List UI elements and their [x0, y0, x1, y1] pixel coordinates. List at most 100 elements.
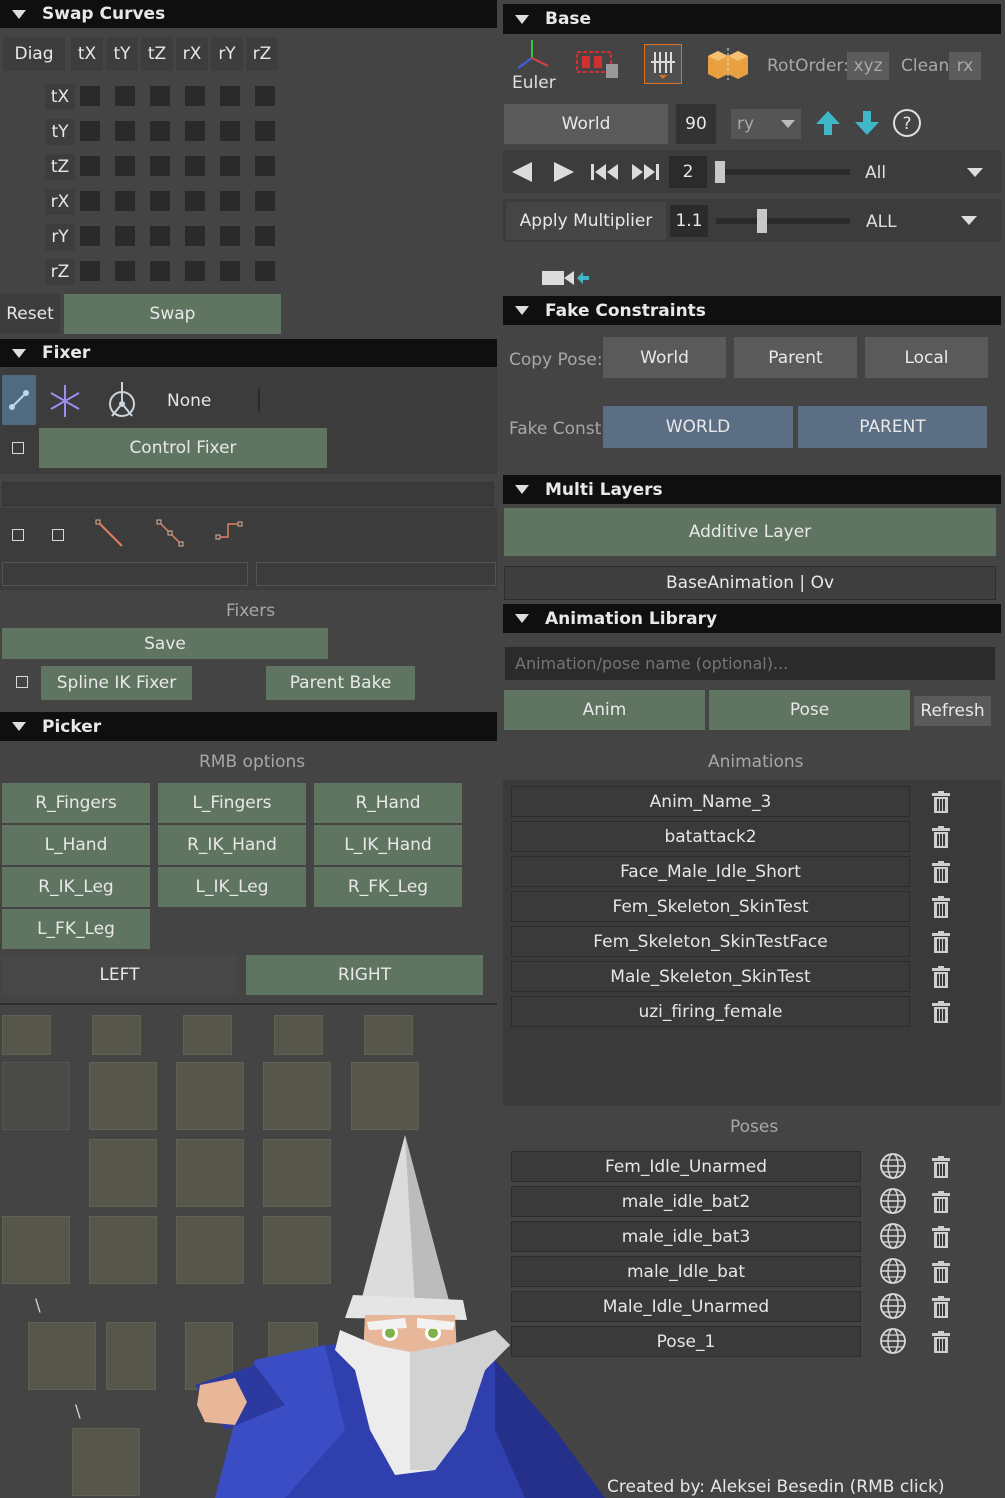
trash-icon[interactable] [932, 1296, 950, 1318]
copy-pose-parent-button[interactable]: Parent [734, 337, 857, 378]
animation-library-header[interactable]: Animation Library [503, 604, 1001, 633]
frame-step-input[interactable]: 2 [669, 156, 707, 188]
swap-button[interactable]: Swap [64, 294, 281, 334]
additive-layer-button[interactable]: Additive Layer [504, 508, 996, 556]
row-tz-button[interactable]: tZ [45, 154, 75, 180]
picker-slot[interactable] [89, 1139, 157, 1207]
swap-cell[interactable] [150, 191, 170, 211]
chevron-down-icon[interactable] [961, 216, 977, 225]
picker-slot[interactable] [92, 1015, 141, 1055]
swap-cell[interactable] [185, 156, 205, 176]
pose-item[interactable]: male_idle_bat3 [511, 1221, 861, 1252]
parent-bake-button[interactable]: Parent Bake [266, 666, 415, 700]
col-ry-button[interactable]: rY [211, 37, 243, 71]
globe-icon[interactable] [879, 1222, 907, 1250]
fixer-tool-icon[interactable] [2, 375, 36, 425]
picker-slot[interactable] [2, 1015, 51, 1055]
multiplier-input[interactable]: 1.1 [670, 205, 708, 237]
row-ty-button[interactable]: tY [45, 119, 75, 145]
help-icon[interactable]: ? [892, 108, 922, 138]
globe-icon[interactable] [879, 1152, 907, 1180]
col-rx-button[interactable]: rX [176, 37, 208, 71]
arrow-down-icon[interactable] [854, 110, 880, 136]
frame-step-slider-track[interactable] [716, 169, 850, 175]
control-fixer-checkbox[interactable] [12, 442, 24, 454]
picker-slot[interactable] [72, 1428, 140, 1496]
trash-icon[interactable] [932, 966, 950, 988]
skip-forward-icon[interactable] [630, 162, 660, 182]
chevron-down-icon[interactable] [967, 168, 983, 177]
swap-cell[interactable] [255, 226, 275, 246]
multiplier-slider-handle[interactable] [757, 209, 767, 233]
swap-cell[interactable] [80, 226, 100, 246]
step-line-tool-icon[interactable] [214, 518, 244, 548]
cubes-icon[interactable] [706, 46, 750, 80]
animation-item[interactable]: Face_Male_Idle_Short [511, 856, 910, 887]
base-header[interactable]: Base [503, 4, 1001, 34]
animation-item[interactable]: Fem_Skeleton_SkinTestFace [511, 926, 910, 957]
trash-icon[interactable] [932, 826, 950, 848]
swap-cell[interactable] [220, 261, 240, 281]
swap-cell[interactable] [185, 261, 205, 281]
picker-slot[interactable] [351, 1062, 419, 1130]
col-tz-button[interactable]: tZ [141, 37, 173, 71]
refresh-button[interactable]: Refresh [914, 696, 991, 726]
swap-cell[interactable] [255, 86, 275, 106]
swap-cell[interactable] [115, 121, 135, 141]
pose-item[interactable]: male_Idle_bat [511, 1256, 861, 1287]
clean-input[interactable]: rx [949, 52, 981, 80]
picker-l-hand[interactable]: L_Hand [2, 825, 150, 865]
animation-item[interactable]: Anim_Name_3 [511, 786, 910, 817]
picker-slot[interactable] [176, 1062, 244, 1130]
picker-l-fk-leg[interactable]: L_FK_Leg [2, 909, 150, 949]
picker-l-fingers[interactable]: L_Fingers [158, 783, 306, 823]
picker-slot[interactable] [364, 1015, 413, 1055]
swap-cell[interactable] [220, 226, 240, 246]
trash-icon[interactable] [932, 1191, 950, 1213]
swap-cell[interactable] [220, 191, 240, 211]
camera-icon[interactable] [541, 266, 591, 290]
picker-slot[interactable] [2, 1216, 70, 1284]
filter-keys-icon[interactable] [576, 46, 622, 80]
swap-cell[interactable] [150, 156, 170, 176]
picker-right-button[interactable]: RIGHT [246, 955, 483, 995]
fixer-header[interactable]: Fixer [0, 339, 497, 367]
line-tool-icon[interactable] [94, 518, 124, 548]
swap-cell[interactable] [115, 156, 135, 176]
axis-dropdown[interactable]: ry [731, 109, 801, 139]
trash-icon[interactable] [932, 1001, 950, 1023]
multiplier-slider-track[interactable] [716, 218, 850, 224]
swap-cell[interactable] [185, 226, 205, 246]
fixer-checkbox-b[interactable] [52, 529, 64, 541]
trash-icon[interactable] [932, 861, 950, 883]
col-tx-button[interactable]: tX [71, 37, 103, 71]
fake-const-parent-button[interactable]: PARENT [798, 406, 987, 448]
col-rz-button[interactable]: rZ [246, 37, 278, 71]
picker-l-ik-hand[interactable]: L_IK_Hand [314, 825, 462, 865]
globe-icon[interactable] [879, 1327, 907, 1355]
save-button[interactable]: Save [2, 628, 328, 659]
multi-layers-header[interactable]: Multi Layers [503, 475, 1001, 504]
swap-cell[interactable] [80, 261, 100, 281]
picker-r-fingers[interactable]: R_Fingers [2, 783, 150, 823]
asterisk-icon[interactable] [46, 382, 84, 420]
row-ry-button[interactable]: rY [45, 224, 75, 250]
row-tx-button[interactable]: tX [45, 84, 75, 110]
swap-cell[interactable] [185, 191, 205, 211]
picker-slot[interactable] [89, 1216, 157, 1284]
skip-back-icon[interactable] [590, 162, 620, 182]
swap-cell[interactable] [220, 156, 240, 176]
euler-axes-icon[interactable] [514, 38, 550, 72]
copy-pose-world-button[interactable]: World [603, 337, 726, 378]
pose-item[interactable]: Fem_Idle_Unarmed [511, 1151, 861, 1182]
picker-l-ik-leg[interactable]: L_IK_Leg [158, 867, 306, 907]
trash-icon[interactable] [932, 896, 950, 918]
reset-button[interactable]: Reset [0, 294, 60, 334]
swap-cell[interactable] [80, 121, 100, 141]
picker-r-fk-leg[interactable]: R_FK_Leg [314, 867, 462, 907]
multiplier-scope-value[interactable]: ALL [866, 212, 897, 232]
swap-cell[interactable] [220, 86, 240, 106]
picker-header[interactable]: Picker [0, 712, 497, 741]
rotorder-input[interactable]: xyz [847, 52, 889, 80]
swap-cell[interactable] [80, 191, 100, 211]
